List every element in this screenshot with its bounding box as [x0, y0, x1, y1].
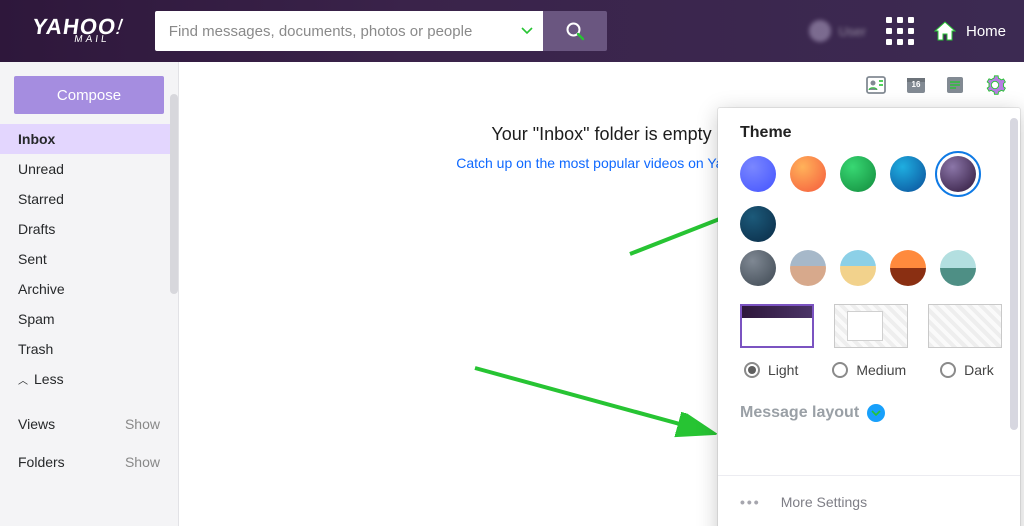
- theme-section-title: Theme: [740, 124, 1002, 142]
- search-input[interactable]: [155, 11, 543, 51]
- calendar-day: 16: [906, 80, 926, 89]
- sidebar-folder-unread[interactable]: Unread: [0, 154, 178, 184]
- brightness-preview-dark[interactable]: [928, 304, 1002, 348]
- radio-icon: [832, 362, 848, 378]
- folder-list: InboxUnreadStarredDraftsSentArchiveSpamT…: [0, 124, 178, 364]
- brightness-radio-light[interactable]: Light: [744, 362, 798, 378]
- search-button[interactable]: [543, 11, 607, 51]
- logo-subtitle: MAIL: [74, 36, 110, 44]
- contacts-icon[interactable]: [866, 76, 886, 94]
- less-toggle[interactable]: ︿ Less: [0, 364, 178, 394]
- theme-swatch-navy[interactable]: [740, 206, 776, 242]
- app-launcher-icon[interactable]: [886, 17, 914, 45]
- sidebar: Compose InboxUnreadStarredDraftsSentArch…: [0, 62, 178, 526]
- settings-panel: Theme Light Medium Dark Message layout: [718, 108, 1020, 526]
- brightness-radio-medium[interactable]: Medium: [832, 362, 906, 378]
- compose-button[interactable]: Compose: [14, 76, 164, 114]
- brightness-label: Dark: [964, 362, 994, 378]
- account-name: User: [839, 24, 866, 39]
- settings-panel-footer: ••• More Settings Switch to basic Mail: [718, 475, 1020, 526]
- sidebar-folder-sent[interactable]: Sent: [0, 244, 178, 274]
- calendar-icon[interactable]: 16: [906, 76, 926, 94]
- sidebar-folder-inbox[interactable]: Inbox: [0, 124, 178, 154]
- brightness-preview-light[interactable]: [740, 304, 814, 348]
- search-icon: [565, 21, 585, 41]
- radio-icon: [744, 362, 760, 378]
- sidebar-folder-drafts[interactable]: Drafts: [0, 214, 178, 244]
- sidebar-scrollbar[interactable]: [170, 94, 178, 294]
- theme-color-swatches: [740, 156, 1002, 242]
- theme-swatch-green[interactable]: [840, 156, 876, 192]
- search-bar: [155, 11, 607, 51]
- gear-icon[interactable]: [984, 74, 1006, 96]
- annotation-arrow-more-settings: [469, 362, 729, 452]
- yahoo-mail-logo[interactable]: YAHOO! MAIL: [30, 18, 124, 44]
- sidebar-section-views[interactable]: Views Show: [0, 416, 178, 432]
- notepad-icon[interactable]: [946, 76, 964, 94]
- chevron-down-circle-icon: [867, 404, 885, 422]
- views-show-link[interactable]: Show: [125, 416, 160, 432]
- home-icon: [934, 21, 956, 41]
- folders-section-label: Folders: [18, 454, 65, 470]
- home-button[interactable]: Home: [934, 21, 1006, 41]
- sidebar-folder-archive[interactable]: Archive: [0, 274, 178, 304]
- theme-photo-mountain[interactable]: [940, 250, 976, 286]
- message-layout-label: Message layout: [740, 404, 859, 422]
- message-layout-title[interactable]: Message layout: [740, 404, 1002, 422]
- brightness-radio-row: Light Medium Dark: [744, 362, 1002, 378]
- chevron-up-icon: ︿: [18, 372, 28, 387]
- brightness-previews: [740, 304, 1002, 348]
- theme-swatch-purple-dark[interactable]: [940, 156, 976, 192]
- less-label: Less: [34, 371, 64, 387]
- brightness-radio-dark[interactable]: Dark: [940, 362, 994, 378]
- empty-link[interactable]: Catch up on the most popular videos on Y…: [456, 155, 747, 171]
- compose-label: Compose: [57, 87, 121, 104]
- views-label: Views: [18, 416, 55, 432]
- theme-swatch-teal[interactable]: [890, 156, 926, 192]
- sidebar-folder-starred[interactable]: Starred: [0, 184, 178, 214]
- theme-photo-swatches: [740, 250, 1002, 286]
- theme-swatch-orange[interactable]: [790, 156, 826, 192]
- sidebar-section-folders[interactable]: Folders Show: [0, 454, 178, 470]
- brightness-label: Light: [768, 362, 798, 378]
- theme-photo-grey[interactable]: [740, 250, 776, 286]
- app-header: YAHOO! MAIL User Home: [0, 0, 1024, 62]
- main-area: 16 Your "Inbox" folder is empty Catch up…: [178, 62, 1024, 526]
- folders-show-link[interactable]: Show: [125, 454, 160, 470]
- brightness-preview-medium[interactable]: [834, 304, 908, 348]
- sidebar-folder-spam[interactable]: Spam: [0, 304, 178, 334]
- home-label: Home: [966, 23, 1006, 40]
- theme-photo-clouds[interactable]: [790, 250, 826, 286]
- theme-photo-beach[interactable]: [840, 250, 876, 286]
- panel-scrollbar[interactable]: [1010, 118, 1018, 430]
- brightness-label: Medium: [856, 362, 906, 378]
- theme-swatch-blue[interactable]: [740, 156, 776, 192]
- theme-photo-sunset[interactable]: [890, 250, 926, 286]
- avatar-icon: [809, 20, 831, 42]
- more-settings-link[interactable]: ••• More Settings: [718, 476, 1020, 526]
- more-settings-label: More Settings: [781, 494, 867, 510]
- sidebar-folder-trash[interactable]: Trash: [0, 334, 178, 364]
- account-menu[interactable]: User: [809, 20, 866, 42]
- radio-icon: [940, 362, 956, 378]
- right-toolbar: 16: [866, 74, 1006, 96]
- ellipsis-icon: •••: [740, 494, 761, 510]
